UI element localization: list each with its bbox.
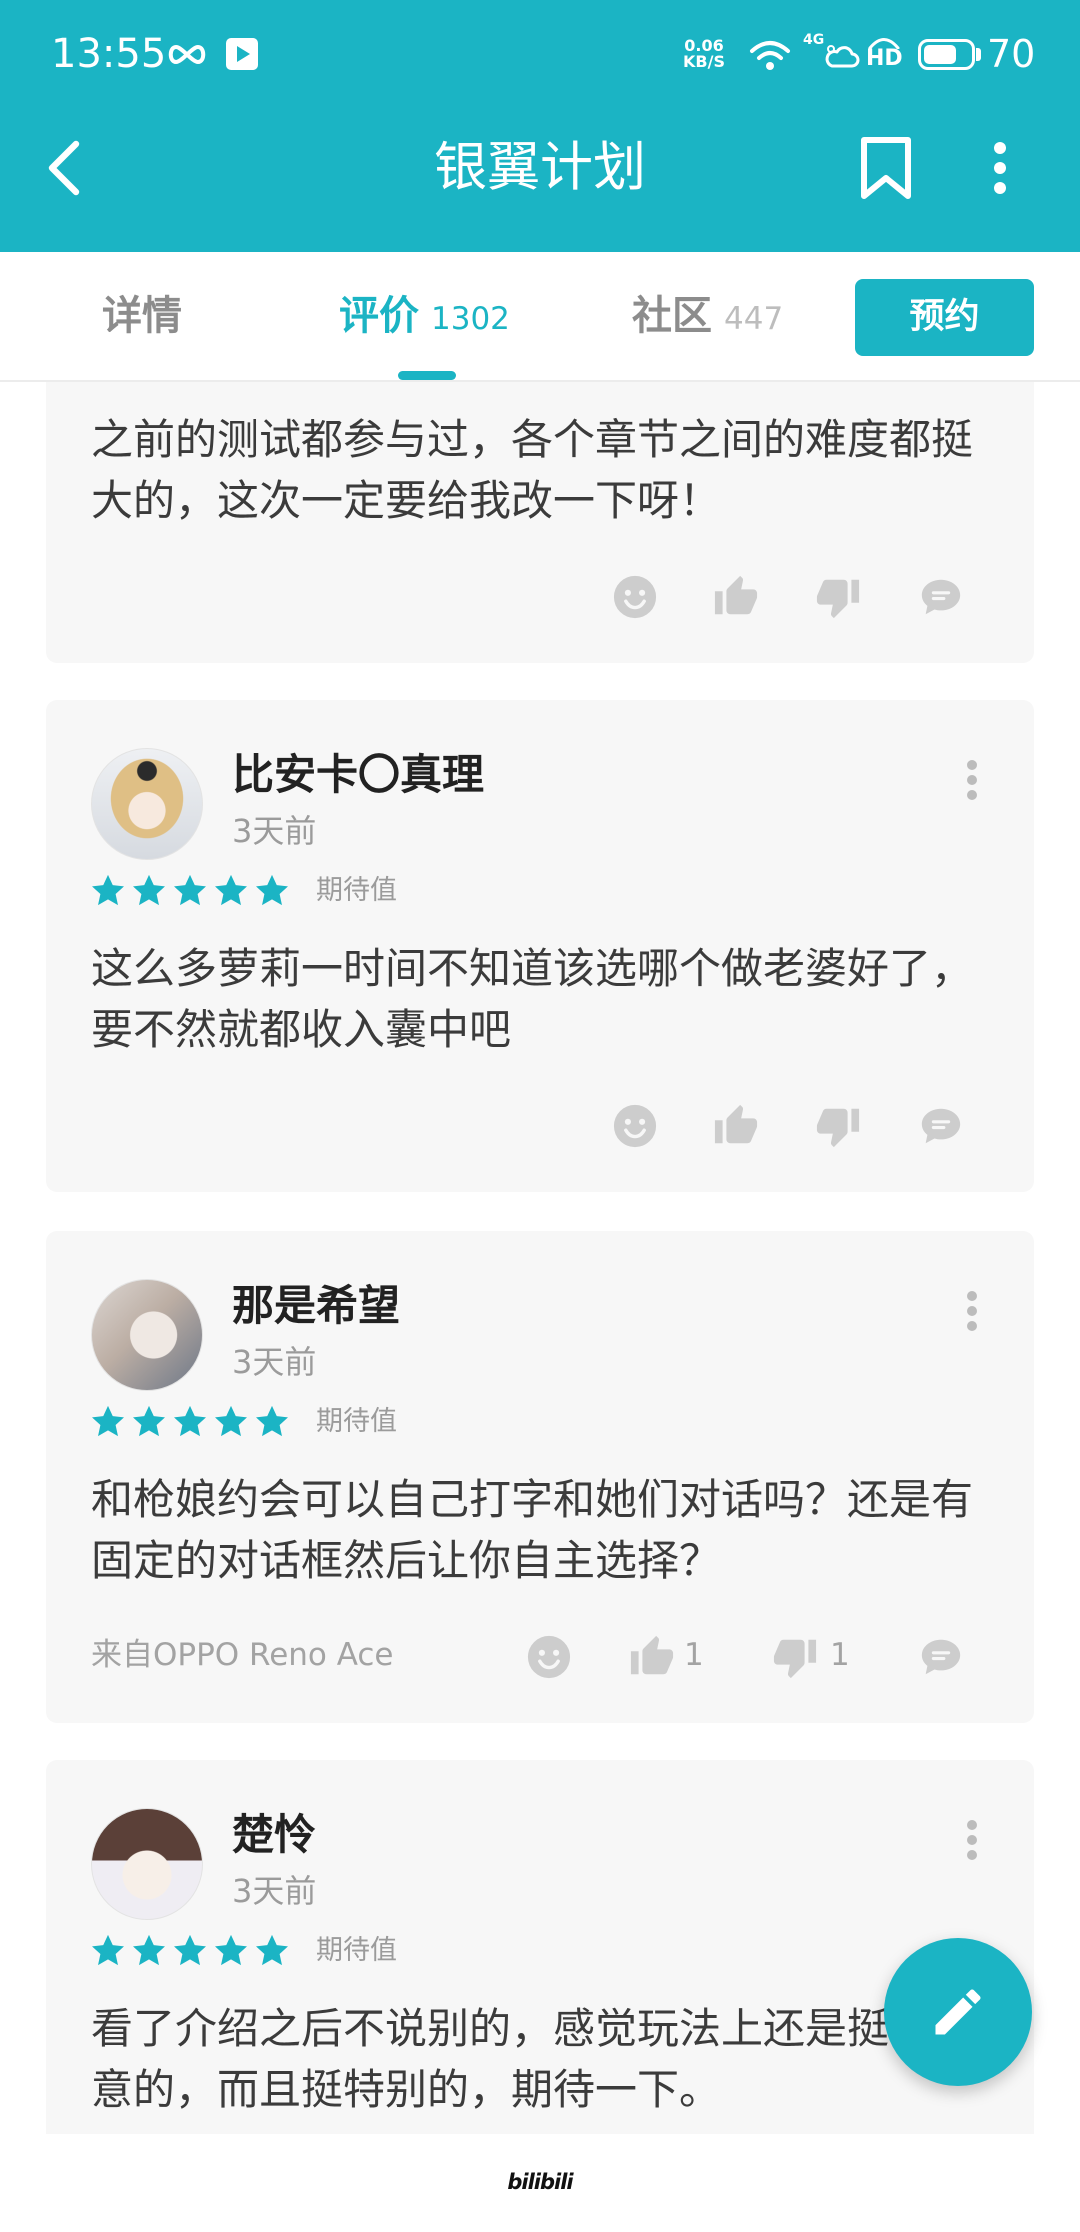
tab-count: 1302	[431, 301, 510, 337]
star-icon	[89, 872, 127, 910]
tab-label: 评价	[339, 293, 419, 339]
star-icon	[171, 1932, 209, 1970]
tab-details[interactable]: 详情	[102, 291, 182, 341]
tab-bar: 详情 评价 1302 社区 447 预约	[0, 252, 1080, 382]
review-more-icon[interactable]	[962, 1816, 982, 1864]
weather-cloud-icon	[825, 45, 860, 68]
tab-reviews[interactable]: 评价 1302	[339, 291, 510, 341]
battery-level: 70	[987, 32, 1036, 76]
review-text-line: 意的，而且挺特别的，期待一下。	[91, 2065, 722, 2114]
star-icon	[253, 872, 291, 910]
rating-stars	[89, 1403, 299, 1441]
infinity-icon	[168, 44, 206, 65]
star-icon	[253, 1932, 291, 1970]
comment-icon[interactable]	[918, 574, 964, 620]
star-icon	[89, 1932, 127, 1970]
star-icon	[130, 1932, 168, 1970]
wifi-icon	[750, 41, 790, 70]
battery-nub	[976, 48, 981, 61]
review-text: 和枪娘约会可以自己打字和她们对话吗？还是有 固定的对话框然后让你自主选择？	[91, 1469, 973, 1591]
review-more-icon[interactable]	[962, 1287, 982, 1335]
star-icon	[212, 1403, 250, 1441]
bilibili-watermark: bilibili	[507, 2170, 573, 2194]
rating-label: 期待值	[316, 875, 397, 906]
review-text: 之前的测试都参与过，各个章节之间的难度都挺 大的，这次一定要给我改一下呀！	[91, 409, 973, 531]
thumbs-down-icon[interactable]	[815, 1103, 861, 1149]
review-device: 来自OPPO Reno Ace	[91, 1637, 394, 1673]
thumbs-down-icon[interactable]	[815, 574, 861, 620]
tab-count: 447	[724, 301, 784, 337]
star-icon	[253, 1403, 291, 1441]
thumbs-up-icon[interactable]	[713, 1103, 759, 1149]
star-icon	[171, 872, 209, 910]
active-tab-indicator	[398, 371, 456, 380]
battery-fill	[924, 45, 956, 64]
page-title: 银翼计划	[434, 137, 646, 198]
network-speed-unit: KB/S	[683, 52, 725, 71]
thumbs-down-icon[interactable]	[772, 1634, 818, 1680]
top-bar: 13:55 0.06 KB/S 4G HD 70 银翼计划	[0, 0, 1080, 252]
network-type: 4G	[803, 32, 825, 48]
hd-indicator: HD	[866, 46, 903, 71]
review-card[interactable]: 楚怜 3天前 期待值 看了介绍之后不说别的，感觉玩法上还是挺 意的，而且挺特别的…	[46, 1760, 1034, 2134]
review-author[interactable]: 楚怜	[232, 1810, 316, 1860]
bottom-strip: bilibili	[0, 2134, 1080, 2232]
thumbs-up-icon[interactable]	[713, 574, 759, 620]
review-card[interactable]: 之前的测试都参与过，各个章节之间的难度都挺 大的，这次一定要给我改一下呀！	[46, 382, 1034, 663]
review-text-line: 要不然就都收入囊中吧	[91, 1005, 512, 1054]
review-author[interactable]: 比安卡〇真理	[232, 750, 484, 800]
review-time: 3天前	[232, 812, 317, 850]
network-speed: 0.06 KB/S	[676, 38, 732, 70]
more-vertical-icon[interactable]	[990, 140, 1010, 196]
bookmark-icon[interactable]	[858, 136, 914, 200]
rating-label: 期待值	[316, 1935, 397, 1966]
star-icon	[212, 1932, 250, 1970]
review-text-line: 这么多萝莉一时间不知道该选哪个做老婆好了，	[91, 944, 974, 993]
avatar[interactable]	[91, 748, 203, 860]
review-text-line: 看了介绍之后不说别的，感觉玩法上还是挺	[91, 2004, 890, 2053]
star-icon	[89, 1403, 127, 1441]
rating-stars	[89, 872, 299, 910]
write-review-button[interactable]	[884, 1938, 1032, 2086]
review-time: 3天前	[232, 1872, 317, 1910]
star-icon	[130, 1403, 168, 1441]
like-count: 1	[684, 1637, 704, 1673]
review-text: 看了介绍之后不说别的，感觉玩法上还是挺 意的，而且挺特别的，期待一下。	[91, 1998, 889, 2120]
star-icon	[171, 1403, 209, 1441]
battery-icon	[918, 39, 975, 70]
tab-community[interactable]: 社区 447	[632, 291, 783, 341]
rating-stars	[89, 1932, 299, 1970]
comment-icon[interactable]	[918, 1634, 964, 1680]
video-play-icon	[226, 38, 258, 70]
tab-label: 社区	[632, 293, 712, 339]
status-time: 13:55	[51, 31, 167, 77]
app-screen: 13:55 0.06 KB/S 4G HD 70 银翼计划 详情 评价 1302…	[0, 0, 1080, 2232]
review-card[interactable]: 那是希望 3天前 期待值 和枪娘约会可以自己打字和她们对话吗？还是有 固定的对话…	[46, 1231, 1034, 1723]
review-text-line: 固定的对话框然后让你自主选择？	[91, 1536, 722, 1585]
back-icon[interactable]	[42, 138, 86, 198]
review-time: 3天前	[232, 1343, 317, 1381]
reserve-button[interactable]: 预约	[855, 279, 1034, 356]
emoji-reaction-icon[interactable]	[526, 1634, 572, 1680]
star-icon	[212, 872, 250, 910]
avatar[interactable]	[91, 1279, 203, 1391]
review-text-line: 和枪娘约会可以自己打字和她们对话吗？还是有	[91, 1475, 974, 1524]
review-text: 这么多萝莉一时间不知道该选哪个做老婆好了， 要不然就都收入囊中吧	[91, 938, 973, 1060]
review-text-line: 大的，这次一定要给我改一下呀！	[91, 476, 722, 525]
tab-label: 详情	[102, 293, 182, 339]
emoji-reaction-icon[interactable]	[612, 574, 658, 620]
review-card[interactable]: 比安卡〇真理 3天前 期待值 这么多萝莉一时间不知道该选哪个做老婆好了， 要不然…	[46, 700, 1034, 1192]
review-text-line: 之前的测试都参与过，各个章节之间的难度都挺	[91, 415, 974, 464]
edit-pencil-icon	[935, 1989, 981, 2035]
avatar[interactable]	[91, 1808, 203, 1920]
review-more-icon[interactable]	[962, 756, 982, 804]
review-author[interactable]: 那是希望	[232, 1281, 400, 1331]
thumbs-up-icon[interactable]	[629, 1634, 675, 1680]
dislike-count: 1	[830, 1637, 850, 1673]
comment-icon[interactable]	[918, 1103, 964, 1149]
star-icon	[130, 872, 168, 910]
rating-label: 期待值	[316, 1406, 397, 1437]
review-feed[interactable]: 之前的测试都参与过，各个章节之间的难度都挺 大的，这次一定要给我改一下呀！ 比安…	[0, 382, 1080, 2134]
emoji-reaction-icon[interactable]	[612, 1103, 658, 1149]
